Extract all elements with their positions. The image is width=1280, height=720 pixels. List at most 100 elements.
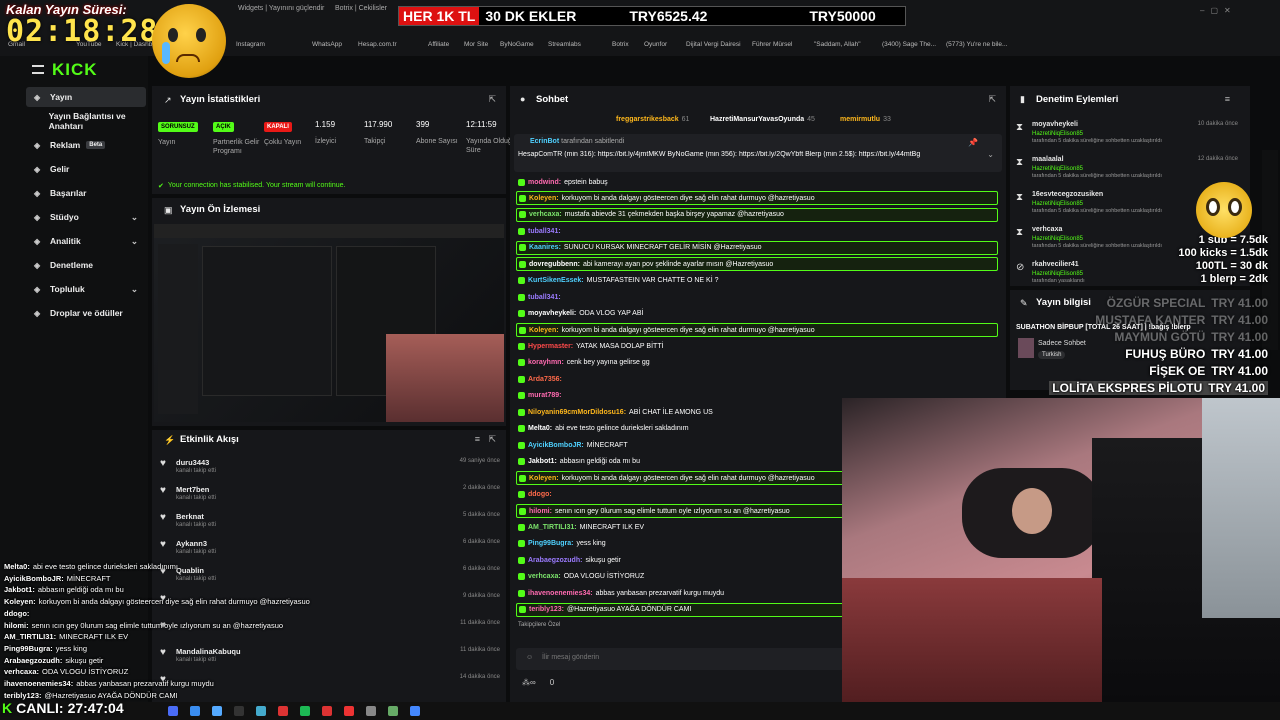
- chat-text: ODA VLOG YAP ABİ: [579, 310, 644, 318]
- chat-username[interactable]: Niloyanin69cmMorDildosu16:: [528, 409, 626, 416]
- taskbar-app-icon[interactable]: [410, 706, 420, 716]
- browser-tab[interactable]: Widgets | Yayınını güçlendir: [238, 5, 324, 12]
- bookmark-item[interactable]: Hesap.com.tr: [358, 41, 397, 48]
- menu-icon[interactable]: [32, 65, 44, 74]
- chat-message[interactable]: KurtSikenEssek: MUSTAFASTEIN VAR CHATTE O…: [516, 274, 998, 288]
- bookmark-item[interactable]: Instagram: [236, 41, 265, 48]
- popout-icon[interactable]: ⇱: [488, 94, 496, 105]
- chat-message[interactable]: modwind: epstein babuş: [516, 175, 998, 189]
- chat-username[interactable]: ddogo:: [528, 491, 552, 498]
- chat-username[interactable]: murat789:: [528, 392, 561, 399]
- sidebar-item[interactable]: ◈ Stüdyo ⌄: [26, 207, 146, 227]
- chat-username[interactable]: korayhmn:: [528, 359, 564, 366]
- chevron-down-icon[interactable]: ⌄: [131, 284, 138, 295]
- chat-username[interactable]: Ping99Bugra:: [528, 540, 574, 547]
- chat-username[interactable]: dovregubbenn:: [529, 261, 580, 268]
- chat-username[interactable]: Koleyen:: [529, 327, 559, 334]
- stream-preview-video[interactable]: [154, 224, 504, 422]
- chat-message[interactable]: Hypermaster: YATAK MASA DOLAP BİTTİ: [516, 340, 998, 354]
- chat-message[interactable]: Kaanires: SUNUCU KURSAK MINECRAFT GELİR M…: [516, 240, 998, 255]
- sidebar-item[interactable]: ◈ Denetleme: [26, 255, 146, 275]
- sidebar-item[interactable]: ◈ Reklam Beta: [26, 135, 146, 155]
- chat-username[interactable]: Koleyen:: [529, 475, 559, 482]
- chat-username[interactable]: ihavenoenemies34:: [528, 590, 593, 597]
- popout-icon[interactable]: ⇱: [988, 94, 996, 105]
- taskbar-app-icon[interactable]: [168, 706, 178, 716]
- bookmark-item[interactable]: (5773) Yu're ne bile...: [946, 41, 1007, 48]
- sidebar-item[interactable]: ◈ Analitik ⌄: [26, 231, 146, 251]
- chat-message[interactable]: Koleyen: korkuyom bi anda dalgayı gösteer…: [516, 323, 998, 338]
- taskbar-app-icon[interactable]: [278, 706, 288, 716]
- bookmark-item[interactable]: Mor Site: [464, 41, 488, 48]
- sidebar-item[interactable]: ◈ Droplar ve ödüller: [26, 303, 146, 323]
- chevron-down-icon[interactable]: ⌄: [131, 212, 138, 223]
- taskbar-app-icon[interactable]: [212, 706, 222, 716]
- sidebar-item[interactable]: ◈ Başarılar: [26, 183, 146, 203]
- taskbar-app-icon[interactable]: [234, 706, 244, 716]
- pin-icon[interactable]: 📌: [968, 138, 978, 147]
- chat-username[interactable]: teribly123:: [529, 606, 564, 613]
- sidebar-item[interactable]: ◈ Yayın: [26, 87, 146, 107]
- chat-username[interactable]: AM_TIRTILI31:: [528, 524, 577, 531]
- kicks-icon[interactable]: ⁂∞: [522, 678, 536, 687]
- bookmark-item[interactable]: Streamlabs: [548, 41, 581, 48]
- chat-username[interactable]: Hypermaster:: [528, 343, 573, 350]
- chat-username[interactable]: verhcaxa:: [529, 211, 562, 218]
- chat-username[interactable]: moyavheykeli:: [528, 310, 576, 317]
- browser-tab[interactable]: Botrix | Cekilisler: [335, 5, 387, 12]
- taskbar-app-icon[interactable]: [322, 706, 332, 716]
- chat-message[interactable]: verhcaxa: mustafa abievde 31 çekmekden ba…: [516, 207, 998, 222]
- chat-message[interactable]: tuball341:: [516, 224, 998, 238]
- sidebar-item[interactable]: ◈ Gelir: [26, 159, 146, 179]
- bookmark-item[interactable]: Oyunfor: [644, 41, 667, 48]
- kick-logo[interactable]: KICK: [52, 60, 98, 80]
- chat-username[interactable]: verhcaxa:: [528, 573, 561, 580]
- chat-message[interactable]: Koleyen: korkuyom bi anda dalgayı gösteer…: [516, 191, 998, 206]
- taskbar-app-icon[interactable]: [366, 706, 376, 716]
- taskbar-app-icon[interactable]: [256, 706, 266, 716]
- chevron-down-icon[interactable]: ⌄: [131, 236, 138, 247]
- chat-username[interactable]: KurtSikenEssek:: [528, 277, 584, 284]
- chevron-down-icon[interactable]: ⌄: [987, 150, 994, 159]
- chat-message[interactable]: moyavheykeli: ODA VLOG YAP ABİ: [516, 307, 998, 321]
- chat-username[interactable]: Arabaegzozudh:: [528, 557, 582, 564]
- chat-username[interactable]: hilomi:: [529, 508, 552, 515]
- bookmark-item[interactable]: (3400) Sage The...: [882, 41, 936, 48]
- emoji-icon[interactable]: ☺: [526, 654, 533, 661]
- filter-icon[interactable]: ≡: [1225, 94, 1230, 104]
- chat-username[interactable]: tuball341:: [528, 228, 561, 235]
- chat-username[interactable]: Melta0:: [528, 425, 552, 432]
- bookmark-item[interactable]: WhatsApp: [312, 41, 342, 48]
- chat-username[interactable]: modwind:: [528, 179, 561, 186]
- chat-username[interactable]: tuball341:: [528, 294, 561, 301]
- bookmark-item[interactable]: Dijital Vergi Dairesi: [686, 41, 741, 48]
- filter-icon[interactable]: ≡: [475, 434, 480, 444]
- window-controls[interactable]: –▢✕: [1200, 6, 1237, 15]
- bookmark-item[interactable]: Affiliate: [428, 41, 449, 48]
- chat-message[interactable]: korayhmn: cenk bey yayına gelirse gg: [516, 356, 998, 370]
- chat-username[interactable]: Koleyen:: [529, 195, 559, 202]
- taskbar-app-icon[interactable]: [300, 706, 310, 716]
- taskbar-app-icon[interactable]: [344, 706, 354, 716]
- top-chatter[interactable]: memirmutlu 33: [840, 116, 891, 123]
- sidebar-item[interactable]: Yayın Bağlantısı ve Anahtarı: [26, 111, 146, 131]
- top-chatter[interactable]: freggarstrikesback 61: [616, 116, 689, 123]
- chat-username[interactable]: Jakbot1:: [528, 458, 557, 465]
- bookmark-item[interactable]: ByNoGame: [500, 41, 534, 48]
- chat-message[interactable]: Arda7356:: [516, 372, 998, 386]
- bookmark-item[interactable]: "Saddam, Allah": [814, 41, 861, 48]
- sidebar-item-label: Analitik: [50, 236, 81, 246]
- chat-username[interactable]: Kaanires:: [529, 244, 561, 251]
- taskbar-app-icon[interactable]: [190, 706, 200, 716]
- chat-message[interactable]: dovregubbenn: abi kamerayı ayan pov şekli…: [516, 257, 998, 272]
- top-chatter[interactable]: HazretiMansurYavasOyunda 45: [710, 116, 815, 123]
- pinned-message[interactable]: EcrinBot tarafından sabitlendi HesapComT…: [514, 134, 1002, 172]
- bookmark-item[interactable]: Führer Mürsel: [752, 41, 792, 48]
- chat-username[interactable]: AyicikBomboJR:: [528, 442, 584, 449]
- bookmark-item[interactable]: Botrix: [612, 41, 629, 48]
- popout-icon[interactable]: ⇱: [488, 434, 496, 445]
- chat-message[interactable]: tuball341:: [516, 290, 998, 304]
- sidebar-item[interactable]: ◈ Topluluk ⌄: [26, 279, 146, 299]
- chat-username[interactable]: Arda7356:: [528, 376, 562, 383]
- taskbar-app-icon[interactable]: [388, 706, 398, 716]
